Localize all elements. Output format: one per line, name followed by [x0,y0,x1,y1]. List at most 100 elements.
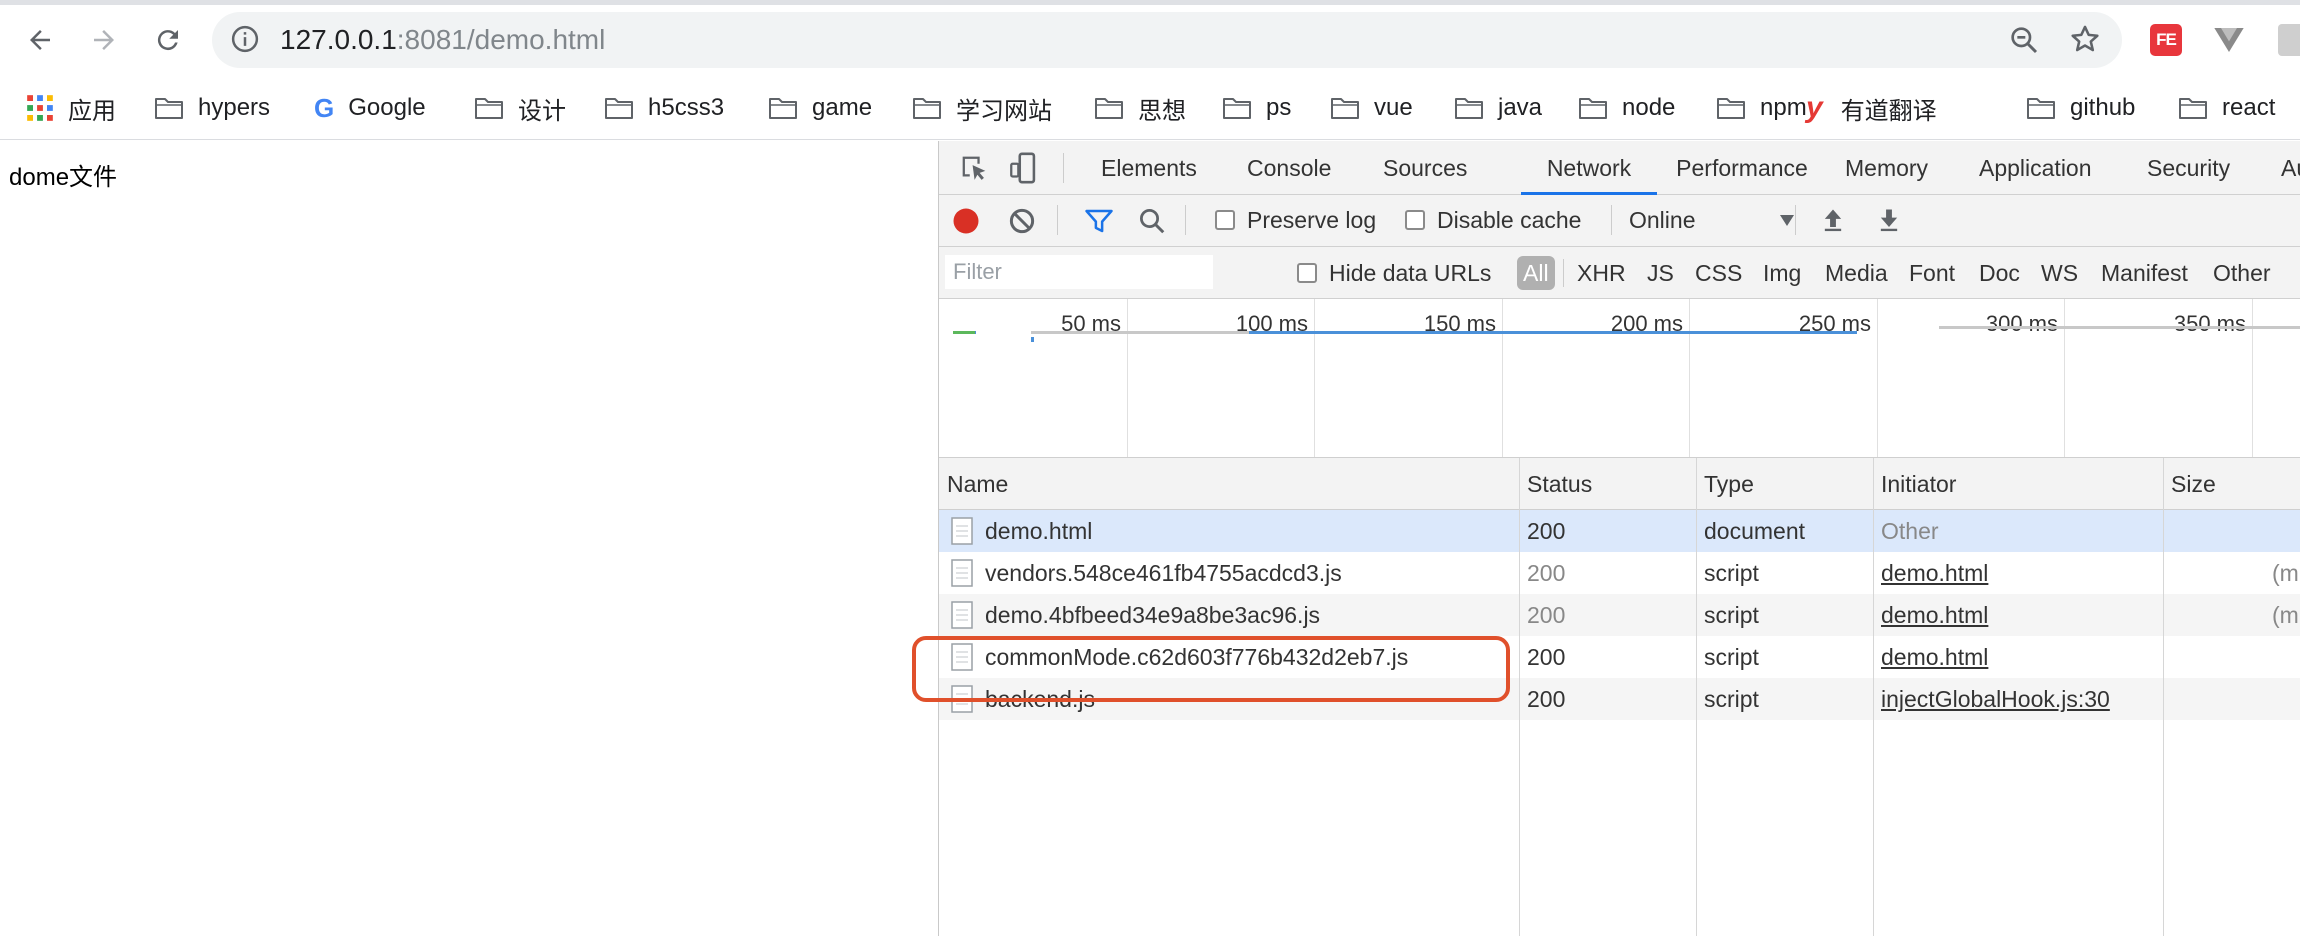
bookmark-design[interactable]: 设计 [474,88,566,128]
table-row[interactable]: demo.html 200 document Other [939,510,2300,552]
bookmark-label: vue [1374,94,1413,121]
zoom-out-icon[interactable] [2008,24,2040,56]
request-name-cell[interactable]: demo.4bfbeed34e9a8be3ac96.js [939,594,1519,636]
tab-elements[interactable]: Elements [1101,141,1197,195]
request-initiator-link[interactable]: demo.html [1873,636,2163,678]
filter-type-img[interactable]: Img [1763,256,1801,290]
address-bar[interactable]: 127.0.0.1:8081/demo.html [212,12,2122,68]
hide-data-urls-checkbox[interactable]: Hide data URLs [1297,256,1491,290]
script-file-icon [951,601,973,629]
clear-icon[interactable] [1007,206,1037,236]
request-initiator-link[interactable]: demo.html [1873,594,2163,636]
request-initiator-link[interactable]: demo.html [1873,552,2163,594]
youdao-icon: y [1806,91,1823,124]
export-har-icon[interactable] [1875,205,1903,235]
bookmark-label: 思想 [1138,97,1186,125]
annotation-highlight-box [912,636,1510,702]
request-initiator-link[interactable]: injectGlobalHook.js:30 [1873,678,2163,720]
tab-sources[interactable]: Sources [1383,141,1467,195]
bookmark-apps[interactable]: 应用 [26,88,116,128]
bookmark-label: react [2222,94,2276,121]
record-icon[interactable] [951,206,981,236]
column-header-initiator[interactable]: Initiator [1873,458,2163,510]
fe-extension-icon[interactable]: FE [2150,24,2182,56]
bookmark-game[interactable]: game [768,88,872,128]
bookmark-star-icon[interactable] [2068,22,2102,56]
column-divider[interactable] [1519,458,1520,936]
back-button[interactable] [20,20,60,60]
table-row[interactable]: demo.4bfbeed34e9a8be3ac96.js 200 script … [939,594,2300,636]
tab-performance[interactable]: Performance [1657,141,1827,195]
bookmark-ps[interactable]: ps [1222,88,1291,128]
bookmark-npm[interactable]: npm [1716,88,1807,128]
request-size [2264,678,2300,720]
inspect-element-icon[interactable] [957,151,991,185]
checkbox-box[interactable] [1215,210,1235,230]
filter-type-manifest[interactable]: Manifest [2101,256,2188,290]
toolbar-divider [1185,205,1186,235]
filter-type-css[interactable]: CSS [1695,256,1742,290]
filter-type-doc[interactable]: Doc [1979,256,2020,290]
import-har-icon[interactable] [1819,205,1847,235]
filter-icon[interactable] [1083,206,1115,236]
tab-security[interactable]: Security [2147,141,2230,195]
filter-type-media[interactable]: Media [1825,256,1888,290]
info-icon[interactable] [230,24,260,54]
bookmark-vue[interactable]: vue [1330,88,1413,128]
column-header-status[interactable]: Status [1519,458,1696,510]
request-status: 200 [1527,602,1566,628]
tab-network[interactable]: Network [1521,141,1657,195]
folder-icon [1223,98,1251,119]
timeline-bar-green [953,331,975,334]
bookmark-node[interactable]: node [1578,88,1675,128]
filter-input[interactable] [945,255,1213,289]
folder-icon [1579,98,1607,119]
throttling-select[interactable]: Online [1629,203,1801,237]
disable-cache-checkbox[interactable]: Disable cache [1405,203,1581,237]
bookmark-h5css3[interactable]: h5css3 [604,88,724,128]
reload-button[interactable] [148,20,188,60]
column-divider[interactable] [2163,458,2164,936]
folder-icon [1717,98,1745,119]
bookmark-hypers[interactable]: hypers [154,88,270,128]
preserve-log-checkbox[interactable]: Preserve log [1215,203,1376,237]
filter-type-ws[interactable]: WS [2041,256,2078,290]
request-name-cell[interactable]: demo.html [939,510,1519,552]
column-divider[interactable] [1696,458,1697,936]
filter-type-js[interactable]: JS [1647,256,1674,290]
disable-cache-label: Disable cache [1437,206,1582,233]
device-toolbar-icon[interactable] [1007,151,1041,185]
tab-memory[interactable]: Memory [1845,141,1928,195]
column-header-name[interactable]: Name [939,458,1519,510]
table-row[interactable]: vendors.548ce461fb4755acdcd3.js 200 scri… [939,552,2300,594]
preserve-log-label: Preserve log [1247,206,1377,233]
search-icon[interactable] [1137,206,1167,236]
filter-type-other[interactable]: Other [2213,256,2271,290]
column-header-type[interactable]: Type [1696,458,1873,510]
checkbox-box[interactable] [1405,210,1425,230]
request-name-cell[interactable]: vendors.548ce461fb4755acdcd3.js [939,552,1519,594]
checkbox-box[interactable] [1297,263,1317,283]
folder-icon [2179,98,2207,119]
vue-devtools-extension-icon[interactable] [2212,24,2246,56]
bookmark-java[interactable]: java [1454,88,1542,128]
tab-console[interactable]: Console [1247,141,1331,195]
filter-type-font[interactable]: Font [1909,256,1955,290]
filter-type-all[interactable]: All [1517,256,1555,290]
tab-application[interactable]: Application [1979,141,2092,195]
bookmark-google[interactable]: G Google [314,88,426,128]
forward-button[interactable] [84,20,124,60]
network-overview-timeline[interactable]: 50 ms 100 ms 150 ms 200 ms 250 ms 300 ms… [939,299,2300,491]
url-text[interactable]: 127.0.0.1:8081/demo.html [280,24,605,56]
bookmark-github[interactable]: github [2026,88,2135,128]
column-header-size[interactable]: Size [2163,458,2300,510]
bookmark-label: hypers [198,94,271,121]
bookmark-ideas[interactable]: 思想 [1094,88,1186,128]
bookmark-youdao[interactable]: y 有道翻译 [1806,88,1937,128]
tab-audits[interactable]: Audits [2281,141,2300,195]
extension-icon[interactable] [2278,24,2300,56]
bookmark-react[interactable]: react [2178,88,2275,128]
bookmark-study-sites[interactable]: 学习网站 [912,88,1052,128]
column-divider[interactable] [1873,458,1874,936]
filter-type-xhr[interactable]: XHR [1577,256,1626,290]
